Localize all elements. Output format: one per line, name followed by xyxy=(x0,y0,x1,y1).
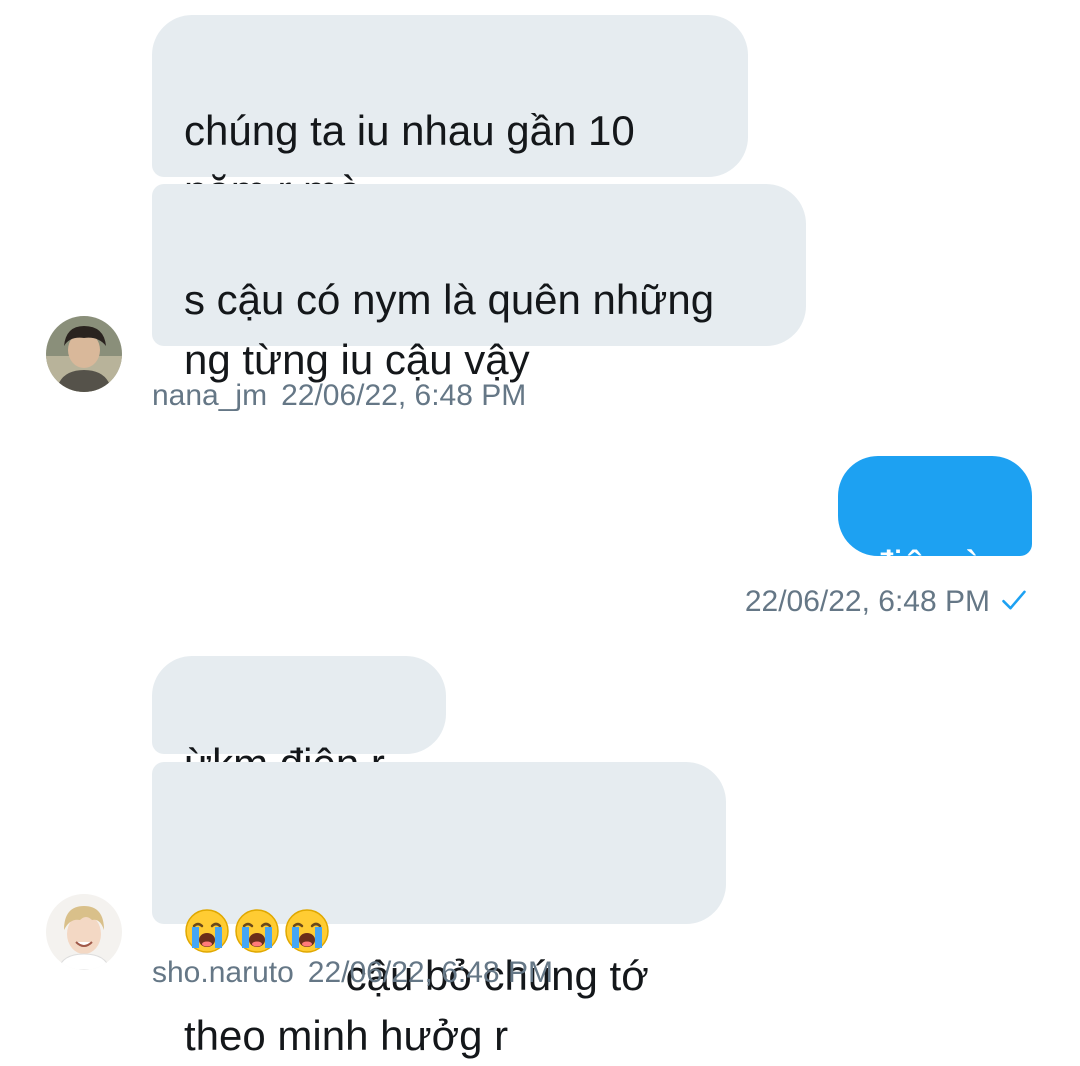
username[interactable]: nana_jm xyxy=(152,379,267,412)
message-meta: 22/06/22, 6:48 PM xyxy=(745,584,1028,620)
message-bubble[interactable]: ừkm điên r xyxy=(152,656,446,787)
loudly-crying-face-icon xyxy=(184,848,230,953)
message-bubble[interactable]: s cậu có nym là quên những ng từng iu cậ… xyxy=(152,184,806,383)
loudly-crying-face-icon xyxy=(284,848,330,953)
checkmark-icon xyxy=(1000,586,1028,614)
outgoing-message-bubble[interactable]: điên à xyxy=(838,456,1032,589)
message-bubble[interactable]: chúng ta iu nhau gần 10 năm r mà xyxy=(152,15,748,214)
avatar-photo-icon xyxy=(46,894,122,970)
avatar-sho-naruto[interactable] xyxy=(46,894,122,970)
message-meta: nana_jm 22/06/22, 6:48 PM xyxy=(152,378,526,414)
message-bubble[interactable]: cậu bỏ chúng tớ theo minh hưởg r xyxy=(152,762,726,1059)
timestamp: 22/06/22, 6:48 PM xyxy=(744,585,990,618)
message-text: theo minh hưởg r xyxy=(184,1012,509,1059)
avatar-nana-jm[interactable] xyxy=(46,316,122,392)
loudly-crying-face-icon xyxy=(234,848,280,953)
message-meta: sho.naruto 22/06/22, 6:48 PM xyxy=(152,955,553,991)
username[interactable]: sho.naruto xyxy=(152,956,294,989)
message-text: s cậu có nym là quên những ng từng iu cậ… xyxy=(184,276,715,383)
timestamp: 22/06/22, 6:48 PM xyxy=(307,956,553,989)
message-text: điên à xyxy=(870,542,985,589)
timestamp: 22/06/22, 6:48 PM xyxy=(281,379,527,412)
avatar-photo-icon xyxy=(46,316,122,392)
